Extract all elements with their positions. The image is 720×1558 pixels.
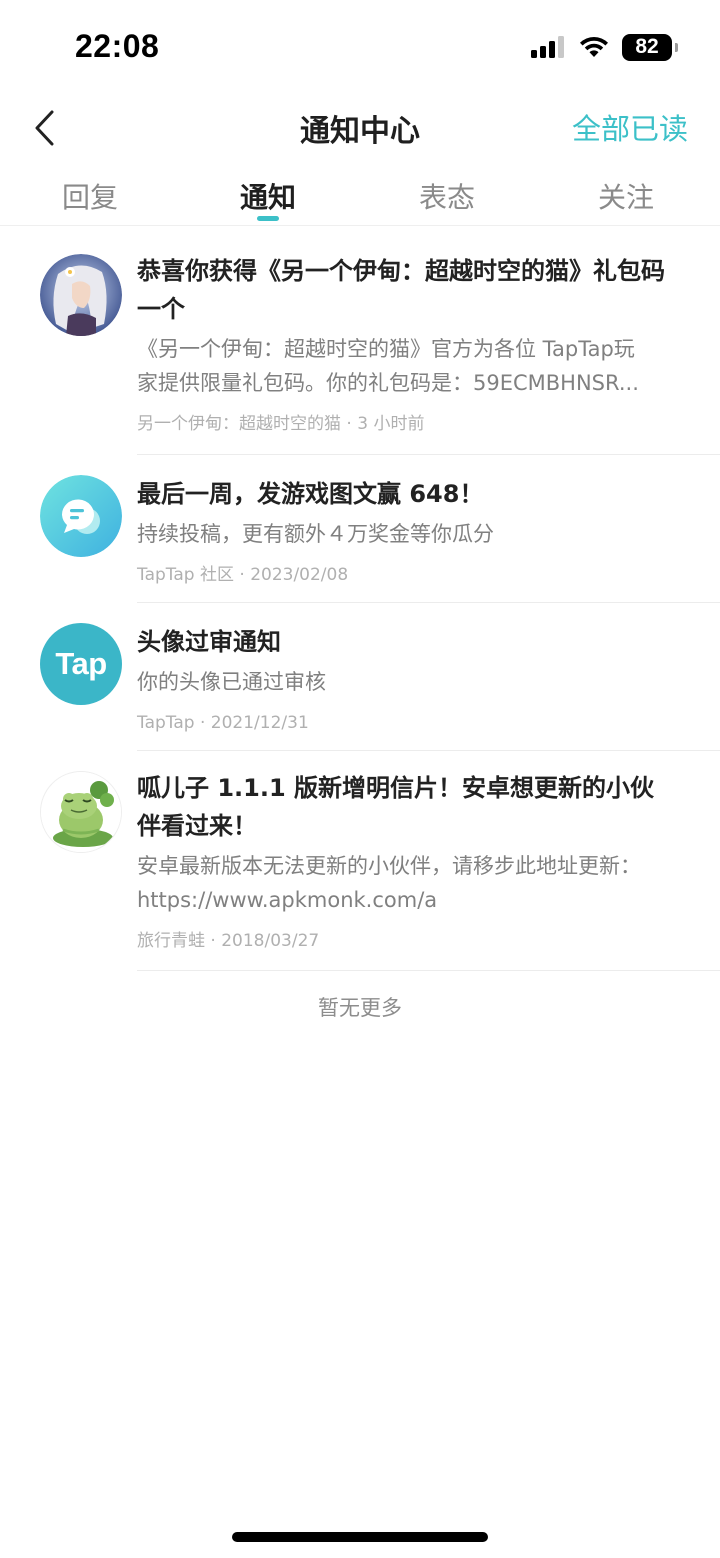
meta-separator: · bbox=[239, 565, 251, 585]
back-button[interactable] bbox=[24, 106, 64, 150]
notification-content: 头像过审通知 你的头像已通过审核 TapTap · 2021/12/31 bbox=[137, 623, 670, 735]
notification-time: 2023/02/08 bbox=[250, 565, 349, 585]
notification-source: 旅行青蛙 bbox=[137, 931, 205, 951]
tab-replies[interactable]: 回复 bbox=[35, 176, 145, 216]
notification-content: 呱儿子 1.1.1 版新增明信片！安卓想更新的小伙伴看过来！ 安卓最新版本无法更… bbox=[137, 769, 670, 953]
home-indicator[interactable] bbox=[232, 1532, 488, 1542]
tab-reactions[interactable]: 表态 bbox=[392, 176, 502, 216]
list-item[interactable]: 恭喜你获得《另一个伊甸：超越时空的猫》礼包码一个 《另一个伊甸：超越时空的猫》官… bbox=[0, 230, 720, 455]
notification-body: 持续投稿，更有额外４万奖金等你瓜分 bbox=[137, 522, 494, 546]
battery-indicator: 82 bbox=[622, 33, 678, 61]
mark-all-read-button[interactable]: 全部已读 bbox=[572, 106, 688, 148]
status-bar: 22:08 82 bbox=[0, 0, 720, 92]
meta-separator: · bbox=[210, 931, 222, 951]
notification-meta: TapTap 社区 · 2023/02/08 bbox=[137, 563, 670, 587]
cellular-signal-icon bbox=[531, 36, 564, 58]
taptap-logo: Tap bbox=[40, 623, 122, 705]
chat-bubble-icon bbox=[40, 475, 122, 557]
chevron-left-icon bbox=[35, 110, 54, 146]
notification-time: 2021/12/31 bbox=[210, 713, 309, 733]
notification-center-screen: 22:08 82 通知中心 全部已读 回复 通知 表态 关注 恭喜你获得《另一个… bbox=[0, 0, 720, 1558]
active-tab-indicator bbox=[257, 216, 279, 221]
notification-time: 2018/03/27 bbox=[221, 931, 320, 951]
notification-body: 《另一个伊甸：超越时空的猫》官方为各位 TapTap玩 家提供限量礼包码。你的礼… bbox=[137, 337, 639, 395]
frog-avatar bbox=[40, 771, 122, 853]
notification-title: 呱儿子 1.1.1 版新增明信片！安卓想更新的小伙伴看过来！ bbox=[137, 774, 655, 840]
status-time: 22:08 bbox=[75, 28, 160, 64]
list-item[interactable]: 呱儿子 1.1.1 版新增明信片！安卓想更新的小伙伴看过来！ 安卓最新版本无法更… bbox=[0, 751, 720, 971]
notification-content: 最后一周，发游戏图文赢 648！ 持续投稿，更有额外４万奖金等你瓜分 TapTa… bbox=[137, 475, 670, 587]
notification-source: TapTap bbox=[137, 713, 195, 733]
notification-title: 恭喜你获得《另一个伊甸：超越时空的猫》礼包码一个 bbox=[137, 257, 665, 323]
navigation-bar: 通知中心 全部已读 bbox=[0, 92, 720, 164]
tab-follows[interactable]: 关注 bbox=[571, 176, 681, 216]
game-character-avatar bbox=[40, 254, 122, 336]
notification-source: 另一个伊甸：超越时空的猫 bbox=[137, 414, 341, 434]
wifi-icon bbox=[580, 37, 608, 57]
status-icons: 82 bbox=[530, 32, 678, 62]
notification-content: 恭喜你获得《另一个伊甸：超越时空的猫》礼包码一个 《另一个伊甸：超越时空的猫》官… bbox=[137, 252, 670, 436]
meta-separator: · bbox=[199, 713, 211, 733]
divider bbox=[137, 970, 720, 971]
tab-bar: 回复 通知 表态 关注 bbox=[0, 166, 720, 226]
notification-body: 安卓最新版本无法更新的小伙伴，请移步此地址更新： https://www.apk… bbox=[137, 854, 641, 912]
notification-source: TapTap 社区 bbox=[137, 565, 234, 585]
list-item[interactable]: Tap 头像过审通知 你的头像已通过审核 TapTap · 2021/12/31 bbox=[0, 603, 720, 751]
notification-meta: TapTap · 2021/12/31 bbox=[137, 711, 670, 735]
taptap-logo-text: Tap bbox=[55, 646, 107, 681]
tab-notifications[interactable]: 通知 bbox=[213, 176, 323, 216]
meta-separator: · bbox=[346, 414, 358, 434]
notification-time: 3 小时前 bbox=[357, 414, 425, 434]
notification-meta: 另一个伊甸：超越时空的猫 · 3 小时前 bbox=[137, 412, 670, 436]
notification-title: 头像过审通知 bbox=[137, 628, 281, 656]
notification-body: 你的头像已通过审核 bbox=[137, 670, 326, 694]
no-more-label: 暂无更多 bbox=[318, 996, 402, 1020]
notification-meta: 旅行青蛙 · 2018/03/27 bbox=[137, 929, 670, 953]
list-item[interactable]: 最后一周，发游戏图文赢 648！ 持续投稿，更有额外４万奖金等你瓜分 TapTa… bbox=[0, 455, 720, 603]
notification-title: 最后一周，发游戏图文赢 648！ bbox=[137, 480, 484, 508]
